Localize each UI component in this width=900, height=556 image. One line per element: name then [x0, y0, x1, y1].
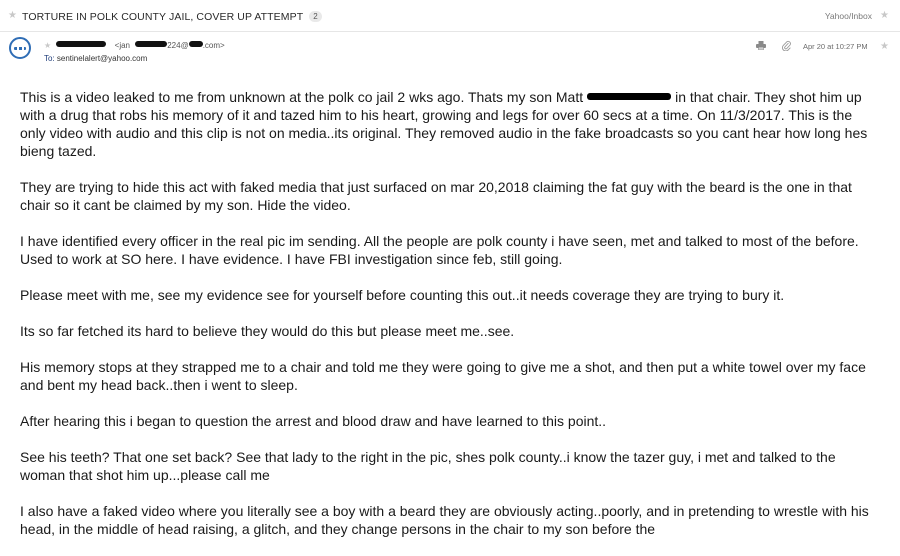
sender-email-mid: 224@	[167, 41, 189, 50]
body-paragraph: I also have a faked video where you lite…	[20, 503, 869, 537]
sender-email-prefix: <jan	[114, 41, 130, 50]
body-paragraph: I have identified every officer in the r…	[20, 233, 859, 267]
message-header: ★ <jan 224@ .com> To: sentinelalert@yahoo…	[0, 32, 900, 72]
star-icon[interactable]: ★	[8, 10, 17, 21]
message-body: This is a video leaked to me from unknow…	[20, 88, 880, 556]
redacted-sender-name	[56, 41, 107, 47]
to-label: To:	[44, 54, 55, 63]
paperclip-icon[interactable]	[782, 40, 791, 51]
body-paragraph: Its so far fetched its hard to believe t…	[20, 323, 515, 339]
body-paragraph: After hearing this i began to question t…	[20, 413, 607, 429]
folder-breadcrumb[interactable]: Yahoo/Inbox	[825, 11, 872, 21]
redacted-email-user	[135, 41, 168, 47]
star-icon[interactable]: ★	[880, 41, 889, 52]
body-paragraph: They are trying to hide this act with fa…	[20, 179, 852, 213]
star-icon[interactable]: ★	[44, 41, 51, 50]
thread-count-badge: 2	[309, 11, 322, 22]
body-paragraph: Please meet with me, see my evidence see…	[20, 287, 785, 303]
body-text: This is a video leaked to me from unknow…	[20, 89, 584, 105]
redacted-name	[587, 93, 672, 100]
subject-bar: ★ TORTURE IN POLK COUNTY JAIL, COVER UP …	[0, 0, 900, 32]
message-date: Apr 20 at 10:27 PM	[803, 42, 868, 51]
sender-line[interactable]: ★ <jan 224@ .com>	[44, 41, 225, 50]
recipient-address[interactable]: sentinelalert@yahoo.com	[57, 54, 147, 63]
body-paragraph: See his teeth? That one set back? See th…	[20, 449, 836, 483]
body-paragraph: His memory stops at they strapped me to …	[20, 359, 866, 393]
to-line: To: sentinelalert@yahoo.com	[44, 54, 147, 63]
avatar-icon[interactable]	[9, 37, 31, 59]
star-icon[interactable]: ★	[880, 10, 889, 21]
email-subject: TORTURE IN POLK COUNTY JAIL, COVER UP AT…	[22, 11, 322, 23]
redacted-email-domain	[188, 41, 203, 47]
print-icon[interactable]	[756, 41, 766, 50]
subject-text: TORTURE IN POLK COUNTY JAIL, COVER UP AT…	[22, 11, 304, 23]
sender-email-end: .com>	[202, 41, 225, 50]
body-paragraph: This is a video leaked to me from unknow…	[20, 88, 880, 160]
